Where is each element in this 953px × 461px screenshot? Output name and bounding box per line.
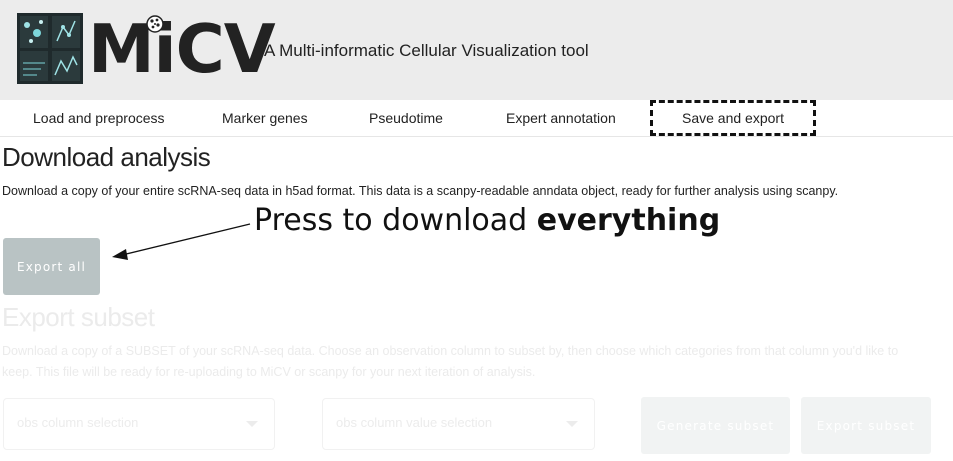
- logo-icon: [17, 13, 83, 84]
- chevron-down-icon: [566, 421, 578, 427]
- tab-expert-annotation[interactable]: Expert annotation: [506, 100, 616, 136]
- annotation-callout: Press to download everything: [254, 203, 720, 238]
- tab-marker-genes[interactable]: Marker genes: [222, 100, 308, 136]
- annotation-emphasis: everything: [536, 203, 721, 238]
- obs-column-select-placeholder: obs column selection: [17, 415, 139, 430]
- chevron-down-icon: [246, 421, 258, 427]
- subset-heading: Export subset: [2, 302, 155, 332]
- tab-save-and-export[interactable]: Save and export: [650, 100, 816, 136]
- tab-load-and-preprocess[interactable]: Load and preprocess: [33, 100, 165, 136]
- app-subtitle: A Multi-informatic Cellular Visualizatio…: [264, 41, 589, 60]
- subset-description: Download a copy of a SUBSET of your scRN…: [2, 344, 899, 379]
- obs-value-select[interactable]: obs column value selection: [322, 398, 595, 450]
- app-header: MiCV A Multi-informatic Cellular Visuali…: [0, 0, 953, 100]
- obs-value-select-placeholder: obs column value selection: [336, 415, 493, 430]
- download-heading: Download analysis: [2, 142, 211, 172]
- tab-pseudotime[interactable]: Pseudotime: [369, 100, 443, 136]
- logo-wordmark: MiCV: [88, 10, 276, 88]
- annotation-text: Press to download: [254, 203, 537, 238]
- obs-column-select[interactable]: obs column selection: [3, 398, 275, 450]
- cell-cluster-icon: [146, 15, 164, 33]
- nav-tabs: Load and preprocess Marker genes Pseudot…: [0, 100, 953, 137]
- generate-subset-button[interactable]: Generate subset: [641, 397, 790, 454]
- download-description: Download a copy of your entire scRNA-seq…: [2, 184, 839, 198]
- export-subset-button[interactable]: Export subset: [801, 397, 931, 454]
- export-all-button[interactable]: Export all: [3, 238, 100, 295]
